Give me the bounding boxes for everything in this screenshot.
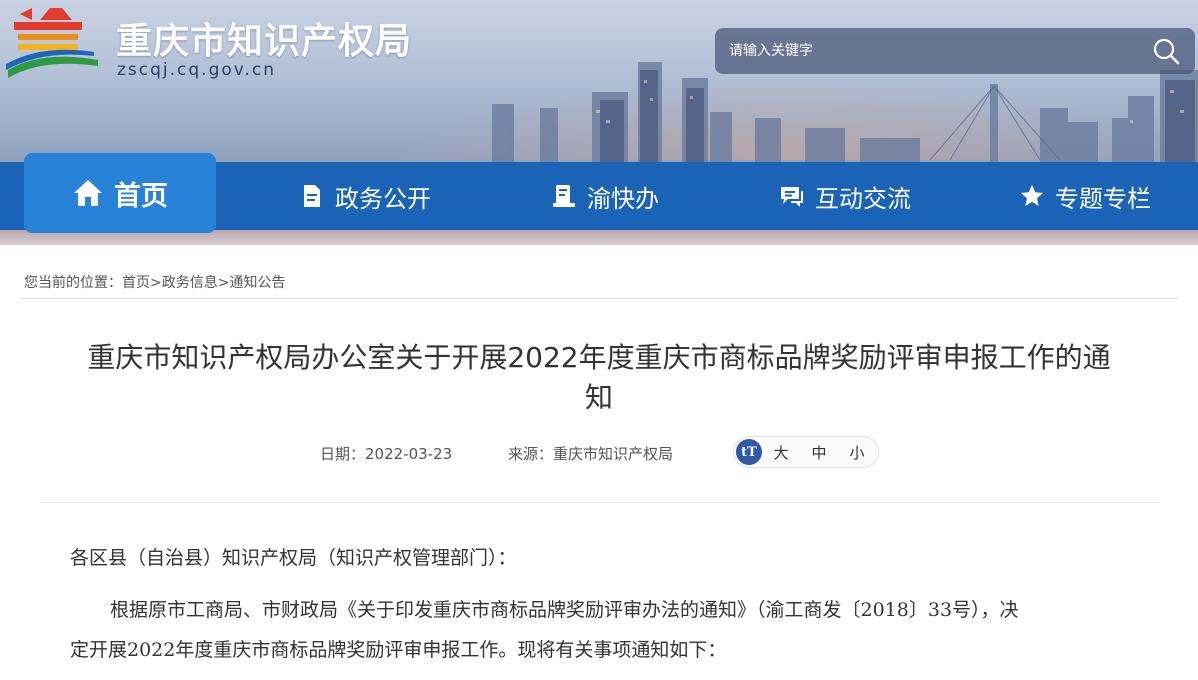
nav-item-gov-affairs[interactable]: 政务公开 — [280, 162, 450, 230]
meta-divider — [40, 502, 1160, 503]
font-large-button[interactable]: 大 — [762, 442, 800, 463]
home-icon — [74, 180, 102, 206]
star-icon — [1021, 185, 1043, 206]
article-date: 日期：2022-03-23 — [320, 445, 453, 463]
nav-item-label: 政务公开 — [335, 184, 431, 213]
breadcrumb-divider — [20, 298, 1178, 299]
breadcrumb-prefix: 您当前的位置： — [24, 275, 122, 291]
document-icon — [304, 185, 320, 207]
logo-icon — [6, 8, 98, 78]
nav-item-label: 互动交流 — [815, 184, 911, 213]
breadcrumb-separator: > — [217, 275, 230, 291]
breadcrumb-separator: > — [150, 275, 162, 291]
font-size-icon: tT — [736, 439, 762, 465]
nav-item-label: 专题专栏 — [1055, 184, 1151, 213]
article-salutation: 各区县（自治县）知识产权局（知识产权管理部门）： — [70, 547, 517, 569]
nav-item-label: 渝快办 — [587, 184, 659, 213]
nav-item-label: 首页 — [114, 180, 168, 212]
breadcrumb-gov-info[interactable]: 政务信息 — [162, 275, 218, 291]
search-icon[interactable] — [1151, 36, 1181, 66]
font-medium-button[interactable]: 中 — [800, 442, 838, 463]
article-title-line: 知 — [584, 381, 613, 414]
article-title: 重庆市知识产权局办公室关于开展2022年度重庆市商标品牌奖励评审申报工作的通 知 — [50, 338, 1148, 418]
font-small-button[interactable]: 小 — [838, 442, 876, 463]
nav-item-interaction[interactable]: 互动交流 — [760, 162, 930, 230]
breadcrumb: 您当前的位置：首页>政务信息>通知公告 — [24, 272, 285, 292]
font-size-control: tT 大 中 小 — [733, 436, 879, 468]
breadcrumb-notices[interactable]: 通知公告 — [229, 275, 285, 291]
article-body: 根据原市工商局、市财政局《关于印发重庆市商标品牌奖励评审办法的通知》（渝工商发〔… — [70, 590, 1140, 670]
article-title-line: 重庆市知识产权局办公室关于开展2022年度重庆市商标品牌奖励评审申报工作的通 — [87, 341, 1111, 374]
chat-icon — [781, 187, 803, 207]
site-domain: zscqj.cq.gov.cn — [117, 60, 277, 80]
service-icon — [553, 185, 575, 207]
site-title[interactable]: 重庆市知识产权局 — [116, 12, 412, 64]
breadcrumb-home[interactable]: 首页 — [122, 275, 150, 291]
nav-item-special-topics[interactable]: 专题专栏 — [1000, 162, 1170, 230]
search-bar — [715, 28, 1195, 74]
article-body-line: 根据原市工商局、市财政局《关于印发重庆市商标品牌奖励评审办法的通知》（渝工商发〔… — [110, 599, 1019, 621]
article-source: 来源：重庆市知识产权局 — [508, 445, 674, 463]
nav-item-home[interactable]: 首页 — [24, 153, 216, 233]
main-nav: 首页 政务公开 渝快办 互动交流 专题专栏 — [0, 153, 1198, 233]
nav-item-service[interactable]: 渝快办 — [530, 162, 680, 230]
article-body-line: 定开展2022年度重庆市商标品牌奖励评审申报工作。现将有关事项通知如下： — [70, 639, 727, 661]
search-input[interactable] — [715, 28, 1145, 74]
